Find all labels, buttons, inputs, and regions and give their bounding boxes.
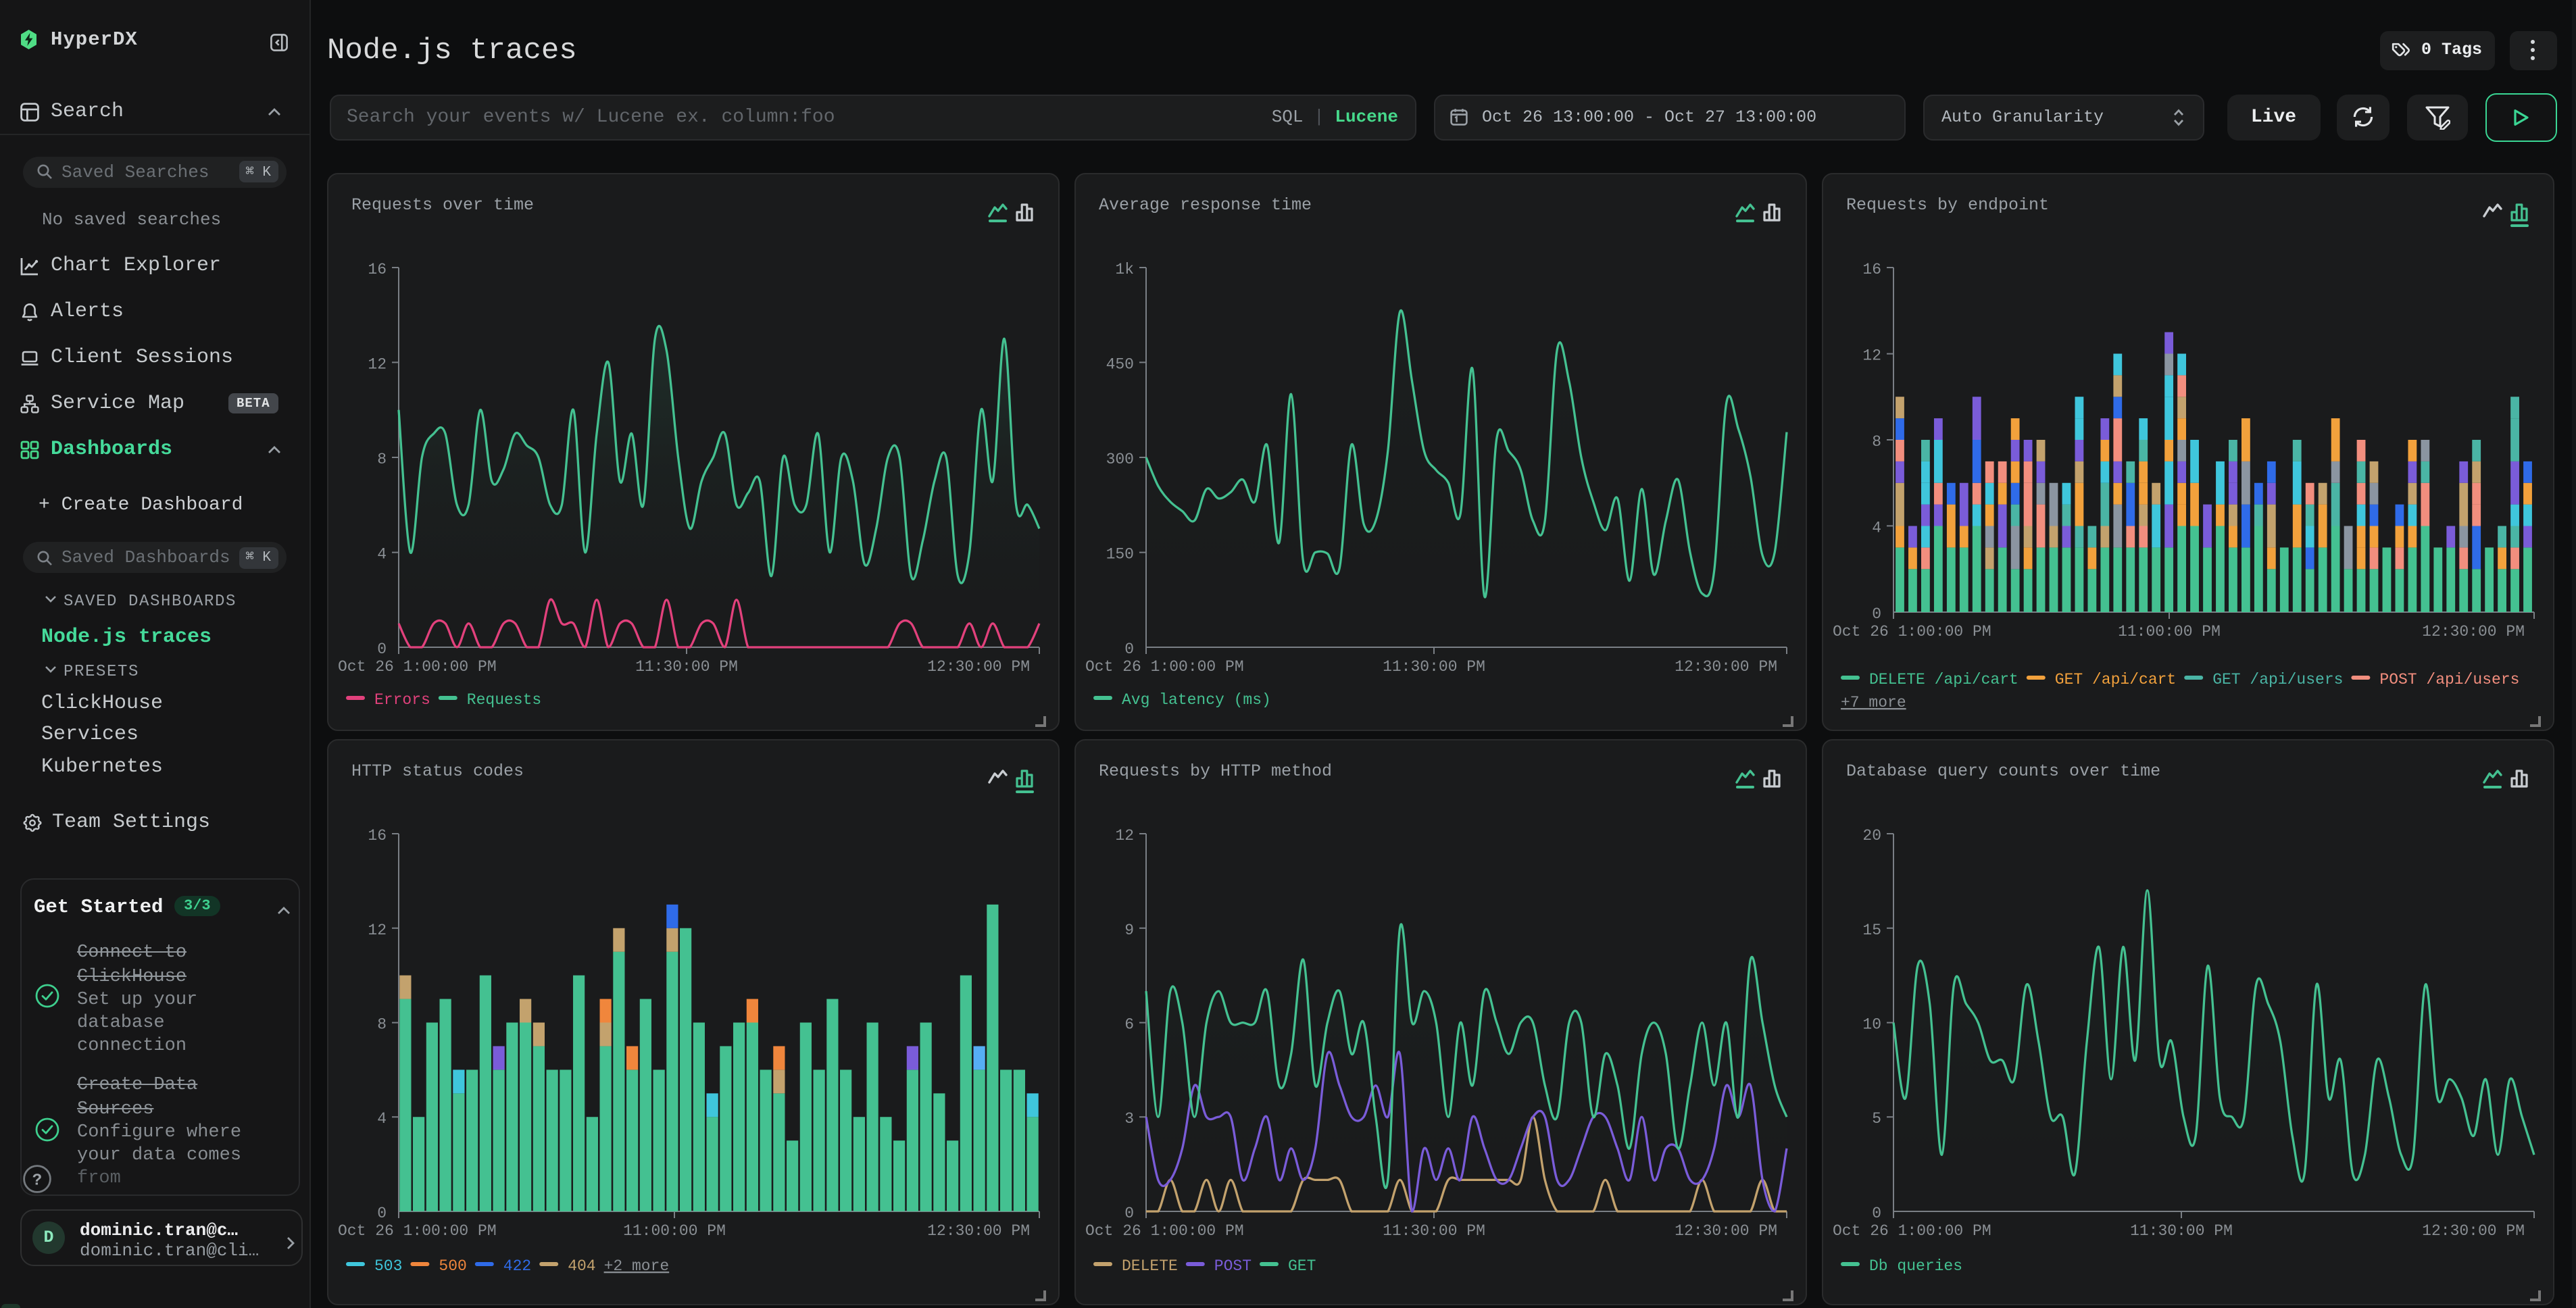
svg-text:DELETE: DELETE xyxy=(1121,1257,1177,1274)
svg-text:16: 16 xyxy=(368,261,387,278)
svg-text:Oct 26 1:00:00 PM: Oct 26 1:00:00 PM xyxy=(1085,658,1243,676)
svg-text:11:30:00 PM: 11:30:00 PM xyxy=(635,658,738,676)
svg-text:12: 12 xyxy=(1862,347,1881,364)
svg-text:Db queries: Db queries xyxy=(1868,1257,1962,1274)
svg-text:POST: POST xyxy=(1214,1257,1251,1274)
svg-text:Requests: Requests xyxy=(467,691,541,709)
svg-text:20: 20 xyxy=(1862,826,1881,844)
svg-text:Oct 26 1:00:00 PM: Oct 26 1:00:00 PM xyxy=(338,1222,497,1239)
svg-text:0: 0 xyxy=(1124,1204,1133,1222)
svg-text:10: 10 xyxy=(1862,1015,1881,1032)
svg-text:Database query counts over tim: Database query counts over time xyxy=(1846,761,2160,780)
svg-text:Oct 26 1:00:00 PM: Oct 26 1:00:00 PM xyxy=(338,658,497,676)
svg-text:12:30:00 PM: 12:30:00 PM xyxy=(1674,658,1777,676)
svg-text:11:30:00 PM: 11:30:00 PM xyxy=(1382,658,1485,676)
svg-text:8: 8 xyxy=(377,451,387,468)
svg-text:DELETE /api/cart: DELETE /api/cart xyxy=(1868,671,2018,688)
svg-text:8: 8 xyxy=(1871,433,1881,451)
svg-text:404: 404 xyxy=(568,1257,595,1274)
svg-text:6: 6 xyxy=(1124,1015,1133,1032)
svg-text:Errors: Errors xyxy=(374,691,430,709)
svg-text:0: 0 xyxy=(1871,1204,1881,1222)
svg-text:9: 9 xyxy=(1124,921,1133,938)
svg-text:+7 more: +7 more xyxy=(1840,694,1906,711)
svg-text:Avg latency (ms): Avg latency (ms) xyxy=(1121,691,1270,709)
svg-text:12:30:00 PM: 12:30:00 PM xyxy=(927,1222,1030,1239)
svg-text:11:30:00 PM: 11:30:00 PM xyxy=(1382,1222,1485,1239)
svg-text:0: 0 xyxy=(1871,605,1881,623)
svg-text:300: 300 xyxy=(1106,451,1133,468)
svg-text:+2 more: +2 more xyxy=(604,1257,670,1274)
svg-text:HTTP status codes: HTTP status codes xyxy=(351,761,524,780)
svg-text:15: 15 xyxy=(1862,921,1881,938)
svg-text:12:30:00 PM: 12:30:00 PM xyxy=(1674,1222,1777,1239)
svg-text:5: 5 xyxy=(1871,1109,1881,1127)
svg-text:11:00:00 PM: 11:00:00 PM xyxy=(2117,623,2220,640)
svg-text:1k: 1k xyxy=(1114,261,1133,278)
svg-text:11:00:00 PM: 11:00:00 PM xyxy=(623,1222,726,1239)
svg-text:422: 422 xyxy=(503,1257,531,1274)
svg-text:450: 450 xyxy=(1106,356,1133,374)
svg-text:Oct 26 1:00:00 PM: Oct 26 1:00:00 PM xyxy=(1832,1222,1991,1239)
svg-text:8: 8 xyxy=(377,1015,387,1032)
svg-text:Oct 26 1:00:00 PM: Oct 26 1:00:00 PM xyxy=(1832,623,1991,640)
svg-text:Average response time: Average response time xyxy=(1098,195,1311,215)
svg-text:150: 150 xyxy=(1106,545,1133,563)
svg-text:12: 12 xyxy=(368,356,387,374)
svg-text:12: 12 xyxy=(1114,826,1133,844)
svg-text:500: 500 xyxy=(439,1257,466,1274)
svg-text:Requests by endpoint: Requests by endpoint xyxy=(1846,195,2048,215)
svg-text:4: 4 xyxy=(377,1109,387,1127)
svg-text:503: 503 xyxy=(374,1257,402,1274)
svg-text:16: 16 xyxy=(1862,261,1881,278)
svg-text:0: 0 xyxy=(1124,640,1133,658)
svg-text:12:30:00 PM: 12:30:00 PM xyxy=(2421,1222,2524,1239)
svg-text:Requests over time: Requests over time xyxy=(351,195,534,215)
svg-text:12:30:00 PM: 12:30:00 PM xyxy=(2421,623,2524,640)
svg-text:POST /api/users: POST /api/users xyxy=(2379,671,2519,688)
svg-text:12:30:00 PM: 12:30:00 PM xyxy=(927,658,1030,676)
svg-text:12: 12 xyxy=(368,921,387,938)
svg-text:GET /api/cart: GET /api/cart xyxy=(2054,671,2175,688)
svg-text:4: 4 xyxy=(377,545,387,563)
svg-text:Oct 26 1:00:00 PM: Oct 26 1:00:00 PM xyxy=(1085,1222,1243,1239)
svg-text:4: 4 xyxy=(1871,520,1881,537)
svg-text:GET: GET xyxy=(1287,1257,1315,1274)
svg-text:0: 0 xyxy=(377,640,387,658)
svg-text:0: 0 xyxy=(377,1204,387,1222)
svg-text:3: 3 xyxy=(1124,1109,1133,1127)
svg-text:Requests by HTTP method: Requests by HTTP method xyxy=(1098,761,1331,780)
svg-text:GET /api/users: GET /api/users xyxy=(2212,671,2342,688)
svg-text:?: ? xyxy=(32,1172,41,1190)
svg-text:16: 16 xyxy=(368,826,387,844)
svg-text:11:30:00 PM: 11:30:00 PM xyxy=(2129,1222,2232,1239)
